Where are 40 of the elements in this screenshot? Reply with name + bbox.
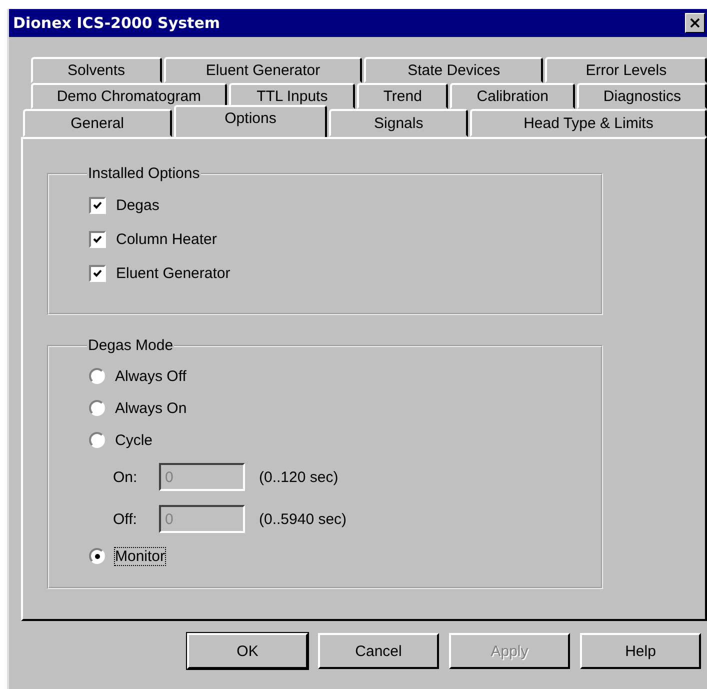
- group-title: Installed Options: [87, 165, 201, 182]
- radio-button[interactable]: [89, 432, 105, 448]
- checkbox-option[interactable]: Degas: [89, 188, 160, 222]
- field-label: On:: [113, 468, 138, 486]
- tab[interactable]: Eluent Generator: [164, 57, 362, 83]
- check-icon: [93, 268, 102, 278]
- dialog-button[interactable]: Help: [580, 633, 701, 669]
- radio-option[interactable]: Monitor: [89, 540, 166, 572]
- window-title: Dionex ICS-2000 System: [13, 14, 220, 32]
- tab[interactable]: Head Type & Limits: [470, 109, 707, 137]
- range-hint: (0..120 sec): [259, 468, 338, 486]
- tab[interactable]: General: [23, 109, 172, 137]
- radio-button[interactable]: [89, 548, 105, 564]
- tab[interactable]: Calibration: [450, 83, 576, 109]
- radio-button[interactable]: [89, 368, 105, 384]
- check-icon: [93, 200, 102, 210]
- dialog-button[interactable]: Cancel: [318, 633, 439, 669]
- checkbox-option[interactable]: Column Heater: [89, 222, 217, 256]
- tab[interactable]: Diagnostics: [577, 83, 707, 109]
- close-button[interactable]: ×: [685, 13, 705, 33]
- field-label: Off:: [113, 510, 138, 528]
- tab[interactable]: Solvents: [31, 57, 162, 83]
- radio-option[interactable]: Cycle: [89, 424, 153, 456]
- tab[interactable]: Signals: [329, 109, 468, 137]
- tab[interactable]: Demo Chromatogram: [31, 83, 227, 109]
- check-icon: [93, 234, 102, 244]
- checkbox[interactable]: [89, 196, 106, 214]
- checkbox[interactable]: [89, 230, 106, 248]
- group-title: Degas Mode: [87, 337, 174, 354]
- radio-button[interactable]: [89, 400, 105, 416]
- range-hint: (0..5940 sec): [259, 510, 347, 528]
- dialog-button[interactable]: OK: [187, 633, 308, 669]
- checkbox-option[interactable]: Eluent Generator: [89, 256, 230, 290]
- radio-option[interactable]: Always On: [89, 392, 187, 424]
- checkbox[interactable]: [89, 264, 106, 282]
- tab[interactable]: State Devices: [364, 57, 544, 83]
- tab[interactable]: Options: [174, 105, 328, 137]
- radio-option[interactable]: Always Off: [89, 360, 186, 392]
- tab[interactable]: Error Levels: [545, 57, 707, 83]
- tab[interactable]: Trend: [357, 83, 448, 109]
